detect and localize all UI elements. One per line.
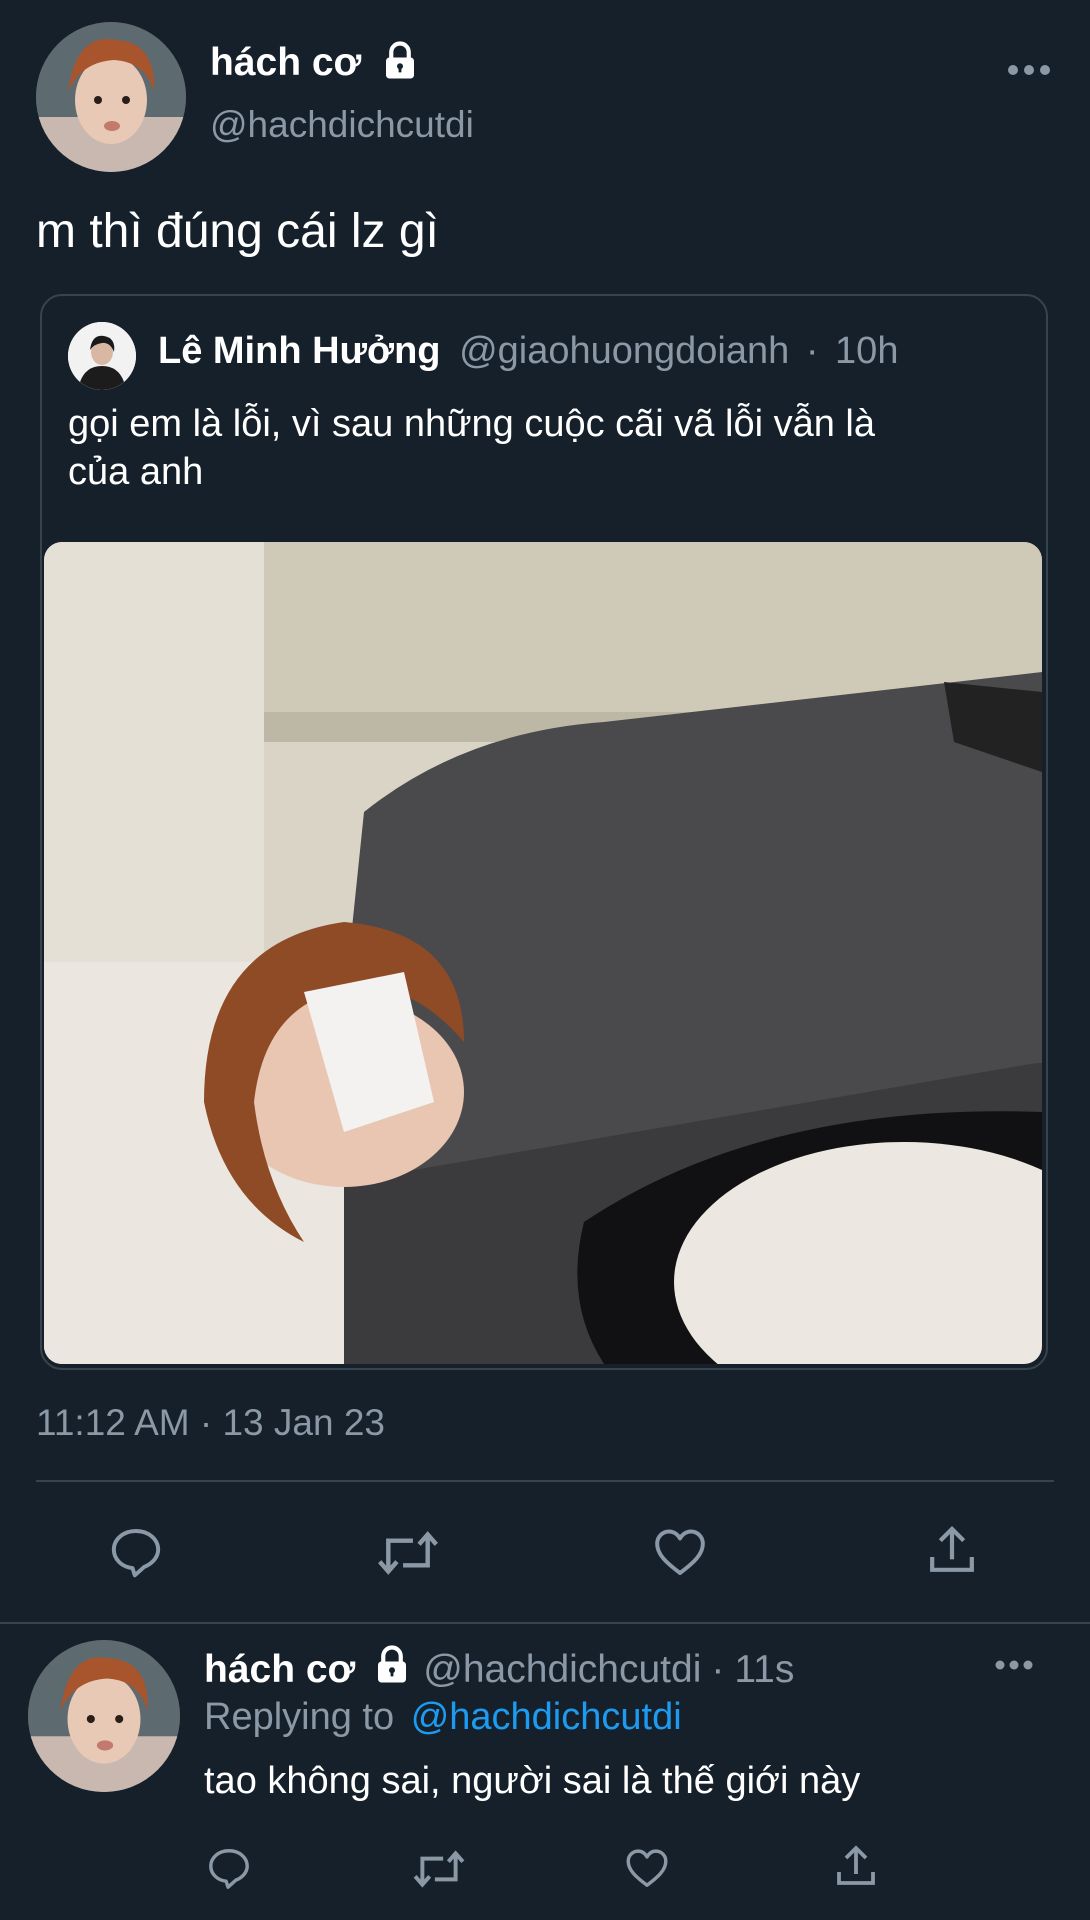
- divider-bottom: [0, 1622, 1090, 1624]
- reply-time[interactable]: 11s: [734, 1648, 794, 1692]
- quoted-time[interactable]: 10h: [835, 330, 898, 372]
- author-display-name[interactable]: hách cơ: [210, 41, 361, 85]
- replying-to-line: Replying to @hachdichcutdi: [204, 1696, 682, 1739]
- quoted-handle[interactable]: @giaohuongdoianh: [459, 330, 789, 372]
- quoted-author-avatar[interactable]: [68, 322, 136, 390]
- quoted-text-line-1: gọi em là lỗi, vì sau những cuộc cãi vã …: [68, 403, 875, 445]
- reply-icon[interactable]: [108, 1526, 164, 1578]
- reply-share-icon[interactable]: [832, 1842, 880, 1890]
- quoted-separator: ·: [805, 330, 819, 372]
- tweet-text: m thì đúng cái lz gì: [36, 205, 439, 258]
- replying-to-prefix: Replying to: [204, 1696, 395, 1738]
- share-icon[interactable]: [924, 1522, 980, 1578]
- quoted-text-line-2: của anh: [68, 451, 204, 493]
- quoted-header: Lê Minh Hưởng @giaohuongdoianh · 10h: [158, 330, 898, 373]
- reply-lock-icon: [371, 1644, 413, 1696]
- quoted-display-name[interactable]: Lê Minh Hưởng: [158, 330, 441, 372]
- tweet-timestamp[interactable]: 11:12 AM · 13 Jan 23: [36, 1402, 385, 1444]
- divider-top: [36, 1480, 1054, 1482]
- more-horizontal-icon[interactable]: [1006, 60, 1052, 80]
- reply-text: tao không sai, người sai là thế giới này: [204, 1760, 861, 1802]
- quoted-photo[interactable]: [44, 542, 1042, 1364]
- reply-handle[interactable]: @hachdichcutdi: [423, 1648, 701, 1692]
- like-icon[interactable]: [652, 1526, 708, 1578]
- quoted-text: gọi em là lỗi, vì sau những cuộc cãi vã …: [68, 400, 1028, 496]
- reply-like-icon[interactable]: [624, 1846, 670, 1890]
- lock-icon: [379, 40, 421, 87]
- reply-retweet-icon[interactable]: [412, 1848, 466, 1890]
- quoted-tweet-card[interactable]: Lê Minh Hưởng @giaohuongdoianh · 10h gọi…: [40, 294, 1048, 1370]
- reply-author-avatar[interactable]: [28, 1640, 180, 1792]
- reply-separator: ·: [711, 1648, 725, 1691]
- reply-header: hách cơ @hachdichcutdi · 11s: [204, 1644, 794, 1696]
- replying-to-handle[interactable]: @hachdichcutdi: [411, 1696, 682, 1738]
- reply-display-name[interactable]: hách cơ: [204, 1648, 355, 1692]
- retweet-icon[interactable]: [376, 1528, 440, 1578]
- author-handle[interactable]: @hachdichcutdi: [210, 104, 474, 146]
- reply-more-horizontal-icon[interactable]: [994, 1656, 1034, 1674]
- reply-reply-icon[interactable]: [206, 1846, 252, 1890]
- author-name-row: hách cơ: [210, 38, 421, 88]
- author-avatar[interactable]: [36, 22, 186, 172]
